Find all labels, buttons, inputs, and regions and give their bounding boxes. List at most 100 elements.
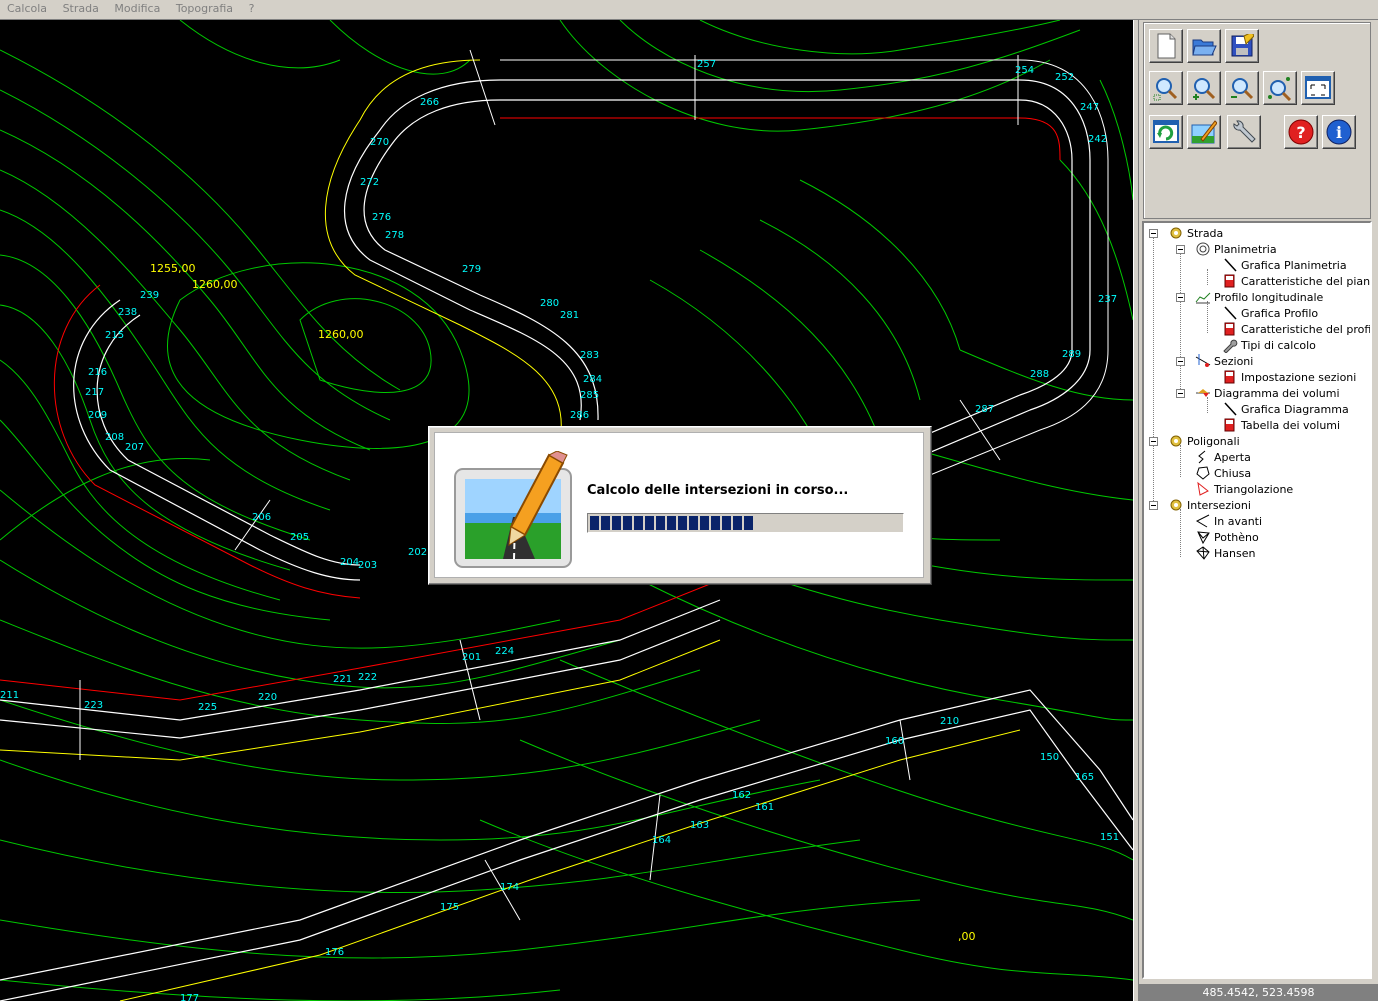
wrench-icon: [1222, 337, 1238, 353]
tree-item-grafica-diagramma[interactable]: Grafica Diagramma: [1222, 401, 1349, 417]
red-book-icon: [1222, 321, 1238, 337]
tree-item-grafica-profilo[interactable]: Grafica Profilo: [1222, 305, 1318, 321]
station-label: 239: [140, 290, 159, 301]
tree-expander-intersezioni[interactable]: [1149, 501, 1158, 510]
tree-expander-strada[interactable]: [1149, 229, 1158, 238]
station-label: 222: [358, 672, 377, 683]
zoom-window-button[interactable]: [1149, 71, 1183, 105]
zoom-extents-button[interactable]: [1301, 71, 1335, 105]
station-label: 160: [885, 736, 904, 747]
contour-elevation-label: 1255,00: [150, 262, 196, 275]
zoom-in-button[interactable]: [1187, 71, 1221, 105]
menu-modifica[interactable]: Modifica: [107, 0, 165, 15]
progress-block: [700, 516, 709, 530]
tree-item-strada[interactable]: Strada: [1168, 225, 1223, 241]
edit-image-button[interactable]: [1187, 115, 1221, 149]
tree-item-hansen[interactable]: Hansen: [1195, 545, 1255, 561]
tree-item-sezioni[interactable]: Sezioni: [1195, 353, 1253, 369]
station-label: 151: [1100, 832, 1119, 843]
contour-elevation-label: ,00: [958, 930, 976, 943]
zoom-dynamic-button[interactable]: [1263, 71, 1297, 105]
tree-item-pothenot[interactable]: Pothèno: [1195, 529, 1259, 545]
tree-item-caratteristiche-profilo[interactable]: Caratteristiche del profilo: [1222, 321, 1370, 337]
settings-button[interactable]: [1227, 115, 1261, 149]
new-file-button[interactable]: [1149, 29, 1183, 63]
station-label: 211: [0, 690, 19, 701]
station-label: 150: [1040, 752, 1059, 763]
help-button[interactable]: ?: [1284, 115, 1318, 149]
toolbar: ? i: [1143, 22, 1371, 219]
tree-item-profilo-longitudinale[interactable]: Profilo longitudinale: [1195, 289, 1323, 305]
save-button[interactable]: [1225, 29, 1259, 63]
tree-item-planimetria[interactable]: Planimetria: [1195, 241, 1277, 257]
closed-polygon-icon: [1195, 465, 1211, 481]
coordinates-readout: 485.4542, 523.4598: [1202, 986, 1315, 999]
station-label: 285: [580, 390, 599, 401]
station-label: 281: [560, 310, 579, 321]
tree-item-grafica-planimetria[interactable]: Grafica Planimetria: [1222, 257, 1347, 273]
station-label: 208: [105, 432, 124, 443]
tree-item-intersezioni[interactable]: Intersezioni: [1168, 497, 1251, 513]
menu-strada[interactable]: Strada: [56, 0, 104, 15]
status-bar: 485.4542, 523.4598: [1139, 984, 1378, 1001]
station-label: 204: [340, 557, 359, 568]
tree-label-hansen: Hansen: [1214, 546, 1256, 560]
station-label: 238: [118, 307, 137, 318]
info-button[interactable]: i: [1322, 115, 1356, 149]
station-label: 272: [360, 177, 379, 188]
tree-item-caratteristiche-piano[interactable]: Caratteristiche del piano: [1222, 273, 1370, 289]
refresh-button[interactable]: [1149, 115, 1183, 149]
open-folder-button[interactable]: [1187, 29, 1221, 63]
open-folder-icon: [1192, 39, 1217, 56]
road-design-logo-icon: [453, 450, 577, 573]
tree-item-in-avanti[interactable]: In avanti: [1195, 513, 1262, 529]
menu-help[interactable]: ?: [242, 0, 260, 15]
profile-chart-icon: [1195, 289, 1211, 305]
zoom-extents-icon: [1305, 76, 1331, 99]
zoom-out-icon: [1231, 78, 1254, 100]
station-label: 202: [408, 547, 427, 558]
zoom-in-icon: [1193, 78, 1216, 100]
tree-item-poligonali[interactable]: Poligonali: [1168, 433, 1240, 449]
menu-bar: Calcola Strada Modifica Topografia ?: [0, 0, 1378, 20]
zoom-out-button[interactable]: [1225, 71, 1259, 105]
tree-label-grafica-planimetria: Grafica Planimetria: [1241, 258, 1347, 272]
station-label: 201: [462, 652, 481, 663]
menu-calcola[interactable]: Calcola: [0, 0, 52, 15]
station-label: 217: [85, 387, 104, 398]
tree-item-impostazione-sezioni[interactable]: Impostazione sezioni: [1222, 369, 1356, 385]
tree-expander-poligonali[interactable]: [1149, 437, 1158, 446]
pencil-line-icon: [1222, 257, 1238, 273]
tree-label-planimetria: Planimetria: [1214, 242, 1277, 256]
tree-expander-planimetria[interactable]: [1176, 245, 1185, 254]
pothenot-icon: [1195, 529, 1211, 545]
tree-label-chiusa: Chiusa: [1214, 466, 1252, 480]
forward-intersection-icon: [1195, 513, 1211, 529]
zoom-dynamic-icon: [1268, 77, 1292, 101]
station-label: 280: [540, 298, 559, 309]
tree-label-in-avanti: In avanti: [1214, 514, 1263, 528]
station-label: 176: [325, 947, 344, 958]
tree-expander-sezioni[interactable]: [1176, 357, 1185, 366]
station-label: 223: [84, 700, 103, 711]
tree-item-tipi-calcolo[interactable]: Tipi di calcolo: [1222, 337, 1316, 353]
tree-expander-diagramma[interactable]: [1176, 389, 1185, 398]
station-label: 216: [88, 367, 107, 378]
tree-item-chiusa[interactable]: Chiusa: [1195, 465, 1251, 481]
station-label: 203: [358, 560, 377, 571]
tree-item-triangolazione[interactable]: Triangolazione: [1195, 481, 1293, 497]
tree-label-triangolazione: Triangolazione: [1214, 482, 1294, 496]
progress-block: [678, 516, 687, 530]
project-tree[interactable]: Strada Planimetria Grafica Planimetria C…: [1142, 221, 1372, 979]
tree-item-aperta[interactable]: Aperta: [1195, 449, 1251, 465]
red-book-icon: [1222, 273, 1238, 289]
tree-label-strada: Strada: [1187, 226, 1224, 240]
zoom-window-icon: [1153, 78, 1178, 101]
station-label: 161: [755, 802, 774, 813]
refresh-icon: [1153, 120, 1179, 143]
menu-topografia[interactable]: Topografia: [169, 0, 238, 15]
station-label: 288: [1030, 369, 1049, 380]
tree-item-tabella-volumi[interactable]: Tabella dei volumi: [1222, 417, 1340, 433]
tree-expander-profilo[interactable]: [1176, 293, 1185, 302]
tree-item-diagramma-volumi[interactable]: Diagramma dei volumi: [1195, 385, 1340, 401]
